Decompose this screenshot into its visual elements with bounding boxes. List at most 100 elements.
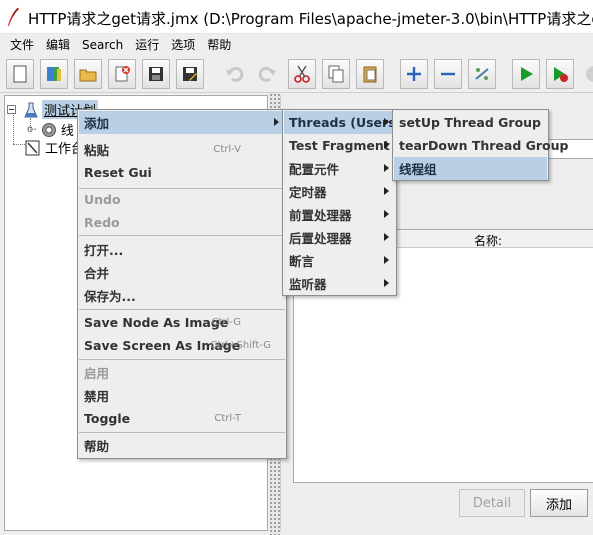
name-column-header: 名称: (474, 234, 503, 248)
menu-item-thread-group[interactable]: 线程组 (394, 157, 547, 180)
templates-icon[interactable] (40, 59, 68, 89)
submenu-arrow-icon (384, 164, 389, 172)
menu-separator (79, 359, 285, 360)
cut-icon[interactable] (288, 59, 316, 89)
menu-item-assertion[interactable]: 断言 (284, 249, 395, 272)
toggle-icon[interactable] (468, 59, 496, 89)
menu-options[interactable]: 选项 (165, 35, 201, 55)
menu-item-label: 合并 (84, 266, 110, 281)
menu-separator (79, 432, 285, 433)
menu-item-label: 启用 (84, 366, 110, 381)
tree-node-workbench[interactable]: 工作台 (25, 138, 84, 157)
stop-icon[interactable] (580, 59, 593, 89)
menu-item-save-node-as-image[interactable]: Save Node As Image Ctrl-G (79, 311, 285, 334)
copy-icon[interactable] (322, 59, 350, 89)
menu-item-post-processor[interactable]: 后置处理器 (284, 226, 395, 249)
menu-item-label: Undo (84, 192, 121, 207)
menu-item-timer[interactable]: 定时器 (284, 180, 395, 203)
menu-item-setup-thread-group[interactable]: setUp Thread Group (394, 111, 547, 134)
menu-separator (79, 235, 285, 236)
menu-item-disable[interactable]: 禁用 (79, 384, 285, 407)
menu-item-label: Save Node As Image (84, 315, 229, 330)
menu-help[interactable]: 帮助 (201, 35, 237, 55)
submenu-arrow-icon (384, 118, 389, 126)
menu-item-save-screen-as-image[interactable]: Save Screen As Image Ctrl+Shift-G (79, 334, 285, 357)
menu-item-paste[interactable]: 粘贴 Ctrl-V (79, 138, 285, 161)
menu-item-config-element[interactable]: 配置元件 (284, 157, 395, 180)
menu-item-label: 前置处理器 (289, 208, 352, 223)
submenu-arrow-icon (384, 256, 389, 264)
menu-item-label: 断言 (289, 254, 315, 269)
gear-icon (41, 122, 56, 137)
menu-item-teardown-thread-group[interactable]: tearDown Thread Group (394, 134, 568, 157)
new-icon[interactable] (6, 59, 34, 89)
menu-item-label: 粘贴 (84, 143, 110, 158)
start-no-pause-icon[interactable] (546, 59, 574, 89)
menu-item-enable[interactable]: 启用 (79, 361, 285, 384)
threads-submenu: setUp Thread Group tearDown Thread Group… (392, 109, 568, 181)
context-menu: 添加 粘贴 Ctrl-V Reset Gui Undo Redo 打开... 合… (77, 109, 287, 459)
menu-item-label: Redo (84, 215, 120, 230)
menu-item-add[interactable]: 添加 (79, 111, 285, 134)
paste-icon[interactable] (356, 59, 384, 89)
menu-item-label: 帮助 (84, 439, 110, 454)
expand-icon[interactable] (400, 59, 428, 89)
menu-item-label: Test Fragment (289, 138, 390, 153)
window-title: HTTP请求之get请求.jmx (D:\Program Files\apach… (28, 10, 593, 28)
toolbar (0, 55, 593, 93)
menu-item-redo[interactable]: Redo (79, 211, 285, 234)
menu-item-label: 后置处理器 (289, 231, 352, 246)
submenu-arrow-icon (384, 279, 389, 287)
menu-item-open[interactable]: 打开... (79, 238, 285, 261)
menu-item-help[interactable]: 帮助 (79, 434, 285, 457)
save-icon[interactable] (142, 59, 170, 89)
open-icon[interactable] (74, 59, 102, 89)
title-bar: HTTP请求之get请求.jmx (D:\Program Files\apach… (0, 0, 593, 34)
menu-item-label: Toggle (84, 411, 131, 426)
shortcut-label: Ctrl-G (211, 317, 241, 328)
collapse-icon[interactable] (434, 59, 462, 89)
shortcut-label: Ctrl-T (214, 413, 241, 424)
menu-search[interactable]: Search (76, 35, 129, 55)
menu-separator (79, 309, 285, 310)
menu-item-label: tearDown Thread Group (399, 138, 569, 153)
menu-item-save-as[interactable]: 保存为... (79, 284, 285, 307)
menu-item-label: 禁用 (84, 389, 110, 404)
start-icon[interactable] (512, 59, 540, 89)
expand-toggle-icon[interactable] (7, 105, 16, 114)
submenu-arrow-icon (384, 210, 389, 218)
menu-item-merge[interactable]: 合并 (79, 261, 285, 284)
menu-item-toggle[interactable]: Toggle Ctrl-T (79, 407, 285, 430)
menu-item-label: 打开... (84, 243, 124, 258)
menu-item-threads-users[interactable]: Threads (Users) (284, 111, 401, 134)
menu-item-undo[interactable]: Undo (79, 188, 285, 211)
menu-item-label: 添加 (84, 116, 110, 131)
menu-edit[interactable]: 编辑 (40, 35, 76, 55)
save-as-icon[interactable] (176, 59, 204, 89)
submenu-arrow-icon (384, 141, 389, 149)
menu-item-listener[interactable]: 监听器 (284, 272, 395, 295)
submenu-arrow-icon (384, 233, 389, 241)
redo-icon[interactable] (254, 59, 282, 89)
workbench-icon (25, 140, 40, 155)
menu-item-label: 保存为... (84, 289, 136, 304)
menu-item-label: 配置元件 (289, 162, 340, 177)
detail-button[interactable]: Detail (459, 489, 525, 517)
menu-item-test-fragment[interactable]: Test Fragment (284, 134, 395, 157)
undo-icon[interactable] (220, 59, 248, 89)
beaker-icon (24, 102, 38, 117)
menu-item-label: Reset Gui (84, 165, 152, 180)
menu-run[interactable]: 运行 (129, 35, 165, 55)
menu-item-reset-gui[interactable]: Reset Gui (79, 161, 285, 184)
tree-node-child[interactable]: o- 线 (27, 120, 74, 139)
menu-item-label: 定时器 (289, 185, 327, 200)
menu-file[interactable]: 文件 (4, 35, 40, 55)
menu-bar: 文件 编辑 Search 运行 选项 帮助 (0, 34, 593, 55)
submenu-arrow-icon (274, 118, 279, 126)
menu-item-label: setUp Thread Group (399, 115, 542, 130)
close-icon[interactable] (108, 59, 136, 89)
menu-item-label: 线程组 (399, 162, 437, 177)
add-button[interactable]: 添加 (530, 489, 588, 517)
add-submenu: Threads (Users) Test Fragment 配置元件 定时器 前… (282, 109, 401, 296)
menu-item-pre-processor[interactable]: 前置处理器 (284, 203, 395, 226)
